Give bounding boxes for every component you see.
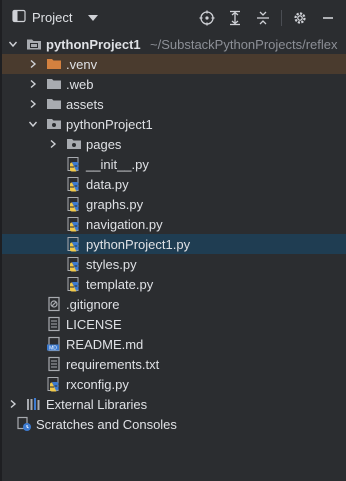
tree-item-label: assets	[66, 96, 104, 112]
folder-icon	[46, 56, 62, 72]
tree-item-label: LICENSE	[66, 316, 122, 332]
chevron-right-icon[interactable]	[48, 139, 58, 149]
tree-row-pythonproject1-py[interactable]: pythonProject1.py	[2, 234, 346, 254]
tree-item-label: requirements.txt	[66, 356, 160, 372]
tree-row-init-py[interactable]: __init__.py	[2, 154, 346, 174]
markdown-file-icon: MD	[46, 336, 62, 352]
package-folder-icon	[46, 116, 62, 132]
tree-row-styles-py[interactable]: styles.py	[2, 254, 346, 274]
gear-icon[interactable]	[292, 10, 308, 26]
tree-row-requirements[interactable]: requirements.txt	[2, 354, 346, 374]
tree-row-external-libraries[interactable]: External Libraries	[2, 394, 346, 414]
python-file-icon	[66, 196, 82, 212]
tree-row-pages[interactable]: pages	[2, 134, 346, 154]
chevron-down-icon[interactable]	[28, 119, 38, 129]
project-folder-icon	[26, 36, 42, 52]
chevron-down-icon[interactable]	[8, 39, 18, 49]
text-file-icon	[46, 316, 62, 332]
chevron-right-icon[interactable]	[8, 399, 18, 409]
root-project-path: ~/SubstackPythonProjects/reflex	[150, 36, 338, 52]
locate-icon[interactable]	[199, 10, 215, 26]
chevron-down-icon[interactable]	[88, 14, 99, 21]
tree-row-graphs-py[interactable]: graphs.py	[2, 194, 346, 214]
tree-row-data-py[interactable]: data.py	[2, 174, 346, 194]
python-file-icon	[66, 156, 82, 172]
project-view-title: Project	[32, 10, 73, 25]
tree-item-label: styles.py	[86, 256, 137, 272]
tree-item-label: navigation.py	[86, 216, 163, 232]
tree-item-label: pages	[86, 136, 122, 152]
tree-scrollbar[interactable]	[342, 37, 346, 481]
root-project-name: pythonProject1	[46, 36, 141, 52]
expand-all-icon[interactable]	[227, 10, 243, 26]
project-view-selector[interactable]: Project	[12, 9, 99, 26]
window-icon	[12, 9, 26, 26]
python-file-icon	[66, 256, 82, 272]
package-folder-icon	[66, 136, 82, 152]
tree-item-label: External Libraries	[46, 396, 148, 412]
folder-icon	[46, 76, 62, 92]
tree-row-navigation-py[interactable]: navigation.py	[2, 214, 346, 234]
library-icon	[26, 396, 42, 412]
tree-row-assets[interactable]: assets	[2, 94, 346, 114]
svg-text:MD: MD	[49, 346, 57, 352]
tree-row-scratches[interactable]: Scratches and Consoles	[2, 414, 346, 434]
tree-item-label: pythonProject1.py	[86, 236, 191, 252]
tree-item-label: rxconfig.py	[66, 376, 129, 392]
tree-item-label: pythonProject1	[66, 116, 153, 132]
tree-item-label: .venv	[66, 56, 98, 72]
tree-row-venv[interactable]: .venv	[2, 54, 346, 74]
tree-row-template-py[interactable]: template.py	[2, 274, 346, 294]
folder-icon	[46, 96, 62, 112]
tree-item-label: data.py	[86, 176, 129, 192]
tree-row-root[interactable]: pythonProject1 ~/SubstackPythonProjects/…	[2, 34, 346, 54]
ignore-file-icon	[46, 296, 62, 312]
chevron-right-icon[interactable]	[28, 99, 38, 109]
tree-item-label: Scratches and Consoles	[36, 416, 177, 432]
tree-item-label: README.md	[66, 336, 144, 352]
text-file-icon	[46, 356, 62, 372]
tree-row-readme[interactable]: MD README.md	[2, 334, 346, 354]
tree-item-label: graphs.py	[86, 196, 144, 212]
chevron-right-icon[interactable]	[28, 79, 38, 89]
tree-row-package[interactable]: pythonProject1	[2, 114, 346, 134]
chevron-right-icon[interactable]	[28, 59, 38, 69]
tree-row-license[interactable]: LICENSE	[2, 314, 346, 334]
python-file-icon	[66, 176, 82, 192]
scratches-icon	[16, 416, 32, 432]
project-toolbar: Project	[2, 0, 346, 37]
tree-item-label: __init__.py	[86, 156, 149, 172]
tree-item-label: .gitignore	[66, 296, 120, 312]
collapse-all-icon[interactable]	[255, 10, 271, 26]
tree-item-label: template.py	[86, 276, 154, 292]
hide-icon[interactable]	[320, 10, 336, 26]
tree-row-rxconfig-py[interactable]: rxconfig.py	[2, 374, 346, 394]
python-file-icon	[66, 276, 82, 292]
python-file-icon	[66, 236, 82, 252]
tree-row-gitignore[interactable]: .gitignore	[2, 294, 346, 314]
python-file-icon	[46, 376, 62, 392]
python-file-icon	[66, 216, 82, 232]
tree-row-web[interactable]: .web	[2, 74, 346, 94]
toolbar-separator	[281, 10, 282, 26]
tree-item-label: .web	[66, 76, 94, 92]
